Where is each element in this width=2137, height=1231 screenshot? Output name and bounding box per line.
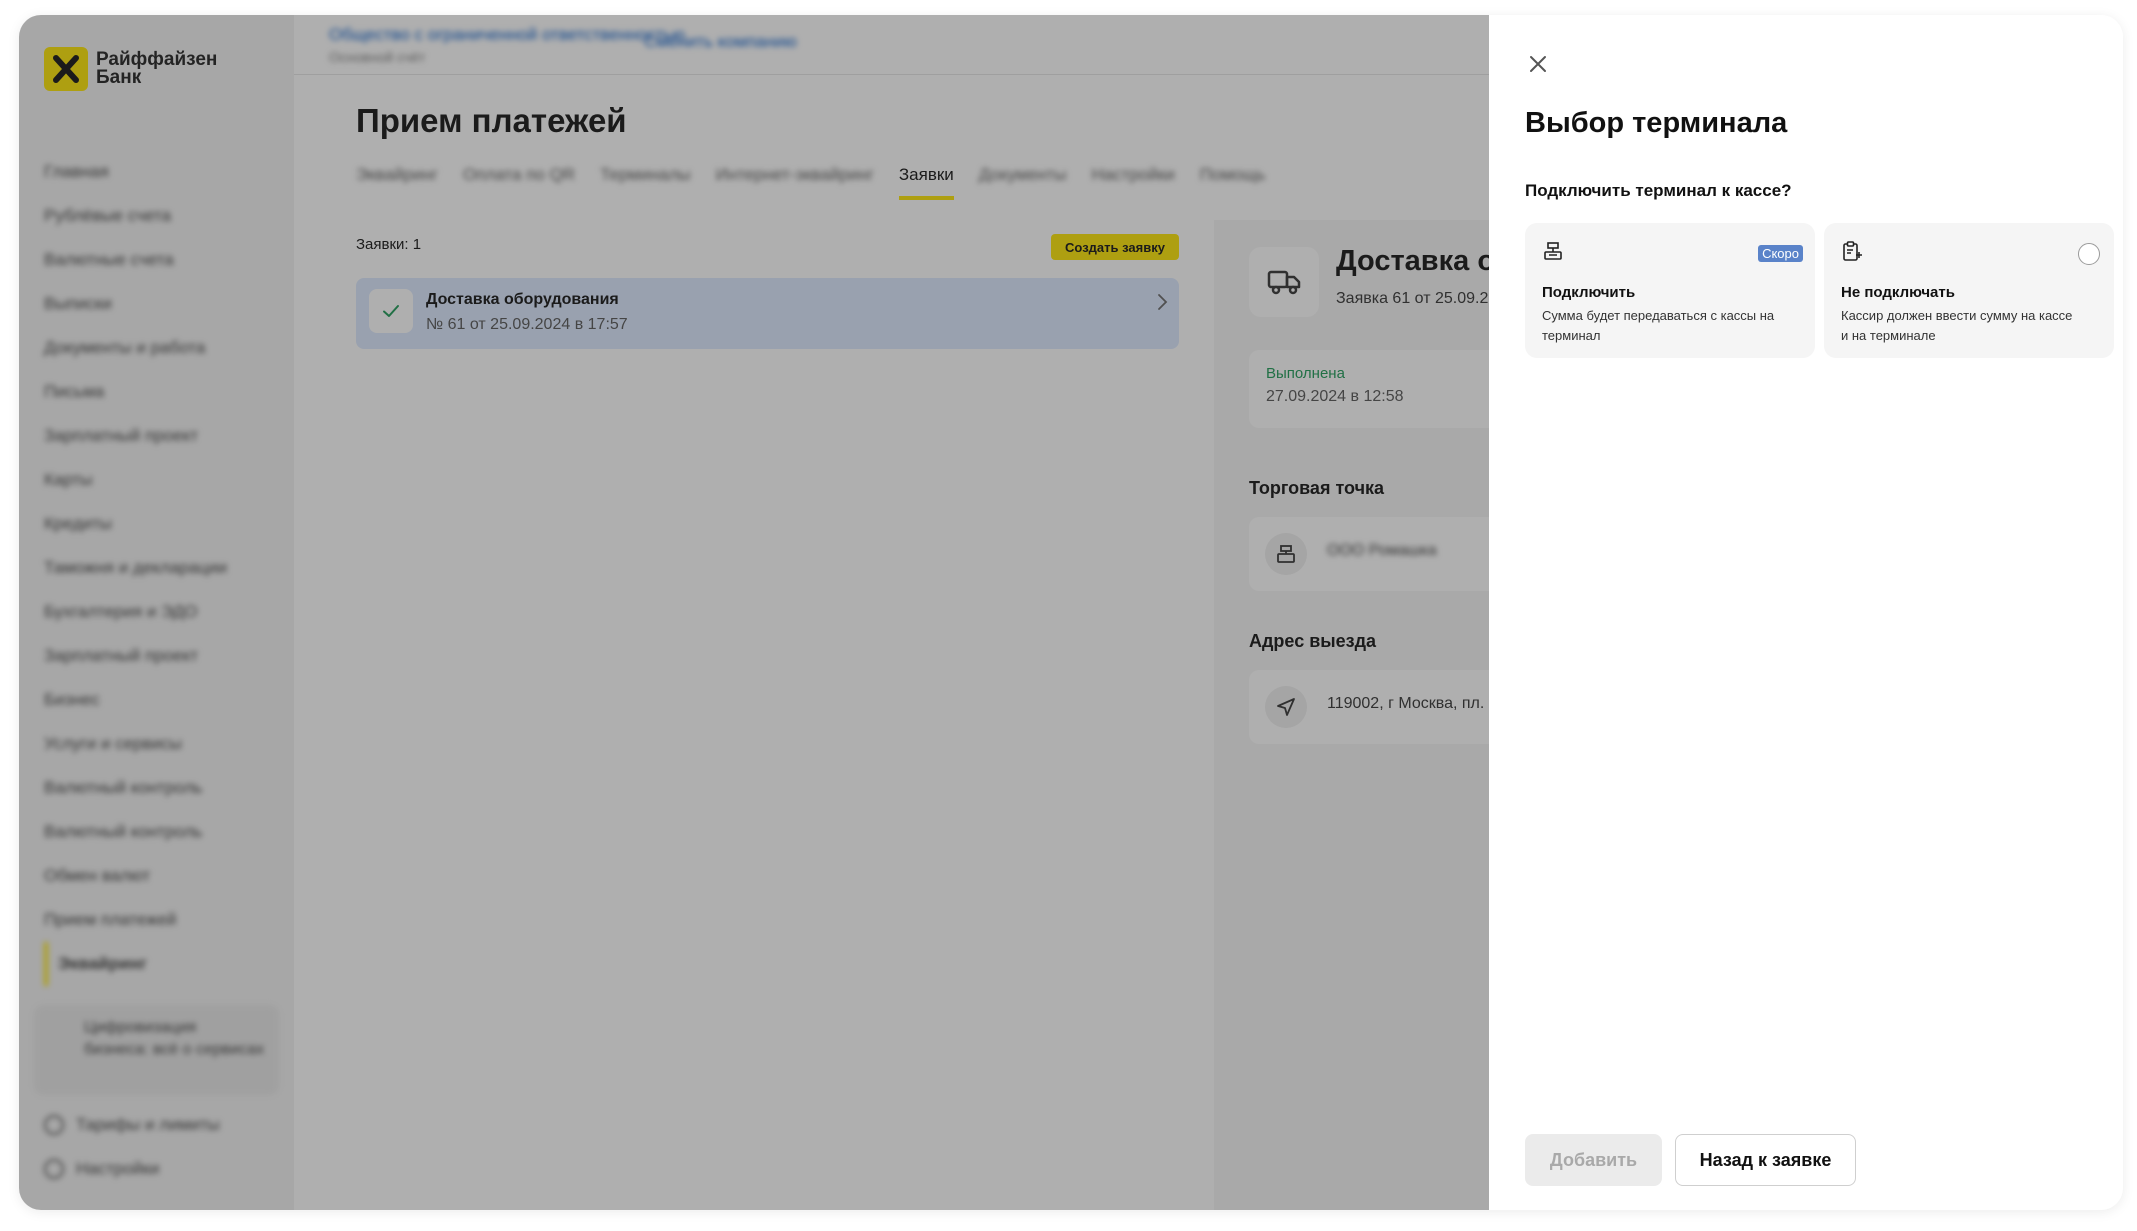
option-description: Кассир должен ввести сумму на кассе и на… <box>1841 308 2073 343</box>
option-title: Не подключать <box>1841 284 1955 301</box>
close-button[interactable] <box>1524 50 1552 78</box>
soon-badge: Скоро <box>1758 245 1803 262</box>
option-no-connect[interactable]: Не подключать Кассир должен ввести сумму… <box>1824 223 2114 358</box>
terminal-select-drawer: Выбор терминала Подключить терминал к ка… <box>1489 15 2123 1210</box>
cash-register-icon <box>1542 240 1564 267</box>
option-connect[interactable]: Скоро Подключить Сумма будет передаватьс… <box>1525 223 1815 358</box>
drawer-question: Подключить терминал к кассе? <box>1525 181 1792 200</box>
option-radio[interactable] <box>2078 243 2100 265</box>
drawer-title: Выбор терминала <box>1525 107 1788 139</box>
option-description: Сумма будет передаваться с кассы на терм… <box>1542 308 1775 343</box>
option-title: Подключить <box>1542 284 1636 301</box>
add-button[interactable]: Добавить <box>1525 1134 1662 1186</box>
back-to-request-button[interactable]: Назад к заявке <box>1675 1134 1856 1186</box>
close-icon <box>1530 56 1546 72</box>
clipboard-plus-icon <box>1841 240 1863 267</box>
modal-backdrop[interactable] <box>19 15 1489 1210</box>
app-window: Райффайзен Банк Главная Рублёвые счета В… <box>19 15 2123 1210</box>
